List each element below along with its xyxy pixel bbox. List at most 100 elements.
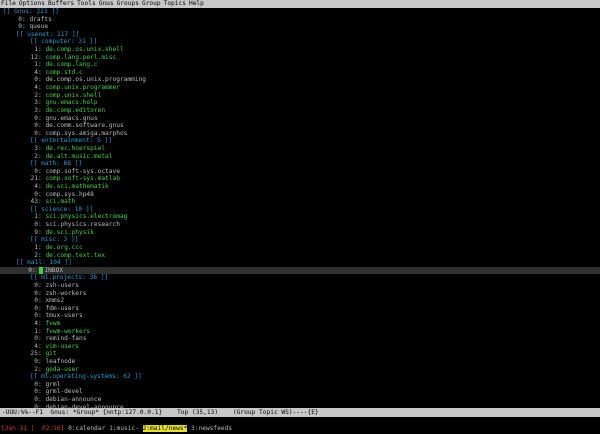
group-line[interactable]: 2: de.comp.text.tex <box>0 252 600 260</box>
group-line[interactable]: 1: de.comp.os.unix.shell <box>0 46 600 54</box>
group-line[interactable]: 43: sci.math <box>0 198 600 206</box>
topic-line[interactable]: [[ Gnus: 221 ]] <box>0 8 600 16</box>
unread-count: 4 <box>34 68 38 76</box>
point-cursor <box>39 267 44 275</box>
group-name: de.sci.mathematik <box>45 183 109 191</box>
group-line[interactable]: 0: drafts <box>0 16 600 24</box>
group-line[interactable]: 0: tmux-users <box>0 312 600 320</box>
separator: : <box>38 99 46 107</box>
group-line[interactable]: 4: de.sci.mathematik <box>0 183 600 191</box>
group-line[interactable]: 2: de.alt.music.metal <box>0 153 600 161</box>
separator: : <box>38 183 46 191</box>
separator: : <box>38 281 46 289</box>
group-line[interactable]: 4: comp.unix.programmer <box>0 84 600 92</box>
group-name: sci.math <box>45 198 76 206</box>
menu-groups[interactable]: Groups <box>117 0 139 8</box>
separator: : <box>32 266 40 274</box>
unread-count: 0 <box>34 304 38 312</box>
menu-help[interactable]: Help <box>189 0 204 8</box>
window-tab[interactable]: 2:mail/news* <box>142 425 188 432</box>
group-line[interactable]: 25: git <box>0 350 600 358</box>
group-name: drafts <box>29 15 52 23</box>
topic-line[interactable]: [[ computer: 31 ]] <box>0 38 600 46</box>
group-line[interactable]: 0: de.comm.software.gnus <box>0 122 600 130</box>
menu-options[interactable]: Options <box>19 0 45 8</box>
separator: : <box>38 350 46 358</box>
group-line[interactable]: 0: queue <box>0 23 600 31</box>
unread-count: 4 <box>34 342 38 350</box>
group-line[interactable]: 0: comp.sys.amiga.marphos <box>0 130 600 138</box>
window-tab[interactable]: 0:calendar <box>68 425 105 432</box>
topic-line[interactable]: [[ mail: 104 ]] <box>0 259 600 267</box>
group-line[interactable]: 21: comp.soft-sys.matlab <box>0 175 600 183</box>
group-line[interactable]: 12: comp.lang.perl.misc <box>0 54 600 62</box>
separator: : <box>38 380 46 388</box>
menu-tools[interactable]: Tools <box>77 0 96 8</box>
topic-line[interactable]: [[ usenet: 117 ]] <box>0 31 600 39</box>
group-line[interactable]: 0: de.comp.os.unix.programming <box>0 76 600 84</box>
separator: : <box>38 129 46 137</box>
separator: : <box>38 68 46 76</box>
group-name: zsh-users <box>45 281 79 289</box>
group-line[interactable]: 1: sci.physics.electromag <box>0 213 600 221</box>
group-line[interactable]: 0: leafnode <box>0 358 600 366</box>
unread-count: 0 <box>34 380 38 388</box>
unread-count: 0 <box>34 396 38 404</box>
group-name: grml <box>45 380 61 388</box>
unread-count: 4 <box>34 319 38 327</box>
menu-gnus[interactable]: Gnus <box>99 0 114 8</box>
group-line[interactable]: 2: comp.unix.shell <box>0 92 600 100</box>
group-line[interactable]: 0: grml <box>0 381 600 389</box>
group-line[interactable]: 0: zsh-workers <box>0 290 600 298</box>
topic-label: [[ ml.operating-systems: 62 ]] <box>30 373 142 381</box>
group-line[interactable]: 0: zsh-users <box>0 282 600 290</box>
group-line[interactable]: 3: de.rec.hoerspiel <box>0 145 600 153</box>
menu-group[interactable]: Group <box>142 0 161 8</box>
separator: : <box>38 213 46 221</box>
group-line[interactable]: 3: gnu.emacs.help <box>0 99 600 107</box>
group-name: comp.soft-sys.octave <box>45 167 120 175</box>
group-name: gnu.emacs.help <box>45 99 98 107</box>
unread-count: 1 <box>34 213 38 221</box>
group-line[interactable]: 0: INBOX <box>0 266 600 275</box>
menu-buffers[interactable]: Buffers <box>48 0 74 8</box>
group-line[interactable]: 0: comp.sys.hp48 <box>0 191 600 199</box>
unread-count: 0 <box>34 358 38 366</box>
group-line[interactable]: 1: de.org.ccc <box>0 244 600 252</box>
group-line[interactable]: 0: sci.physics.research <box>0 221 600 229</box>
topic-line[interactable]: [[ entertainment: 5 ]] <box>0 137 600 145</box>
topic-line[interactable]: [[ ml.projects: 36 ]] <box>0 274 600 282</box>
menu-file[interactable]: File <box>1 0 16 8</box>
group-line[interactable]: 0: debian-announce <box>0 396 600 404</box>
unread-count: 12 <box>30 53 38 61</box>
group-line[interactable]: 0: gnu.emacs.gnus <box>0 115 600 123</box>
group-line[interactable]: 1: fvwm-workers <box>0 328 600 336</box>
separator: : <box>38 396 46 404</box>
window-tab[interactable]: 3:newsfeeds <box>191 425 232 432</box>
group-line[interactable]: 0: comp.soft-sys.octave <box>0 168 600 176</box>
group-line[interactable]: 2: geda-user <box>0 366 600 374</box>
group-name: de.alt.music.metal <box>45 152 113 160</box>
group-line[interactable]: 4: fvwm <box>0 320 600 328</box>
group-line[interactable]: 3: de.comp.editoren <box>0 107 600 115</box>
group-line[interactable]: 0: grml-devel <box>0 388 600 396</box>
separator: : <box>38 342 46 350</box>
group-line[interactable]: 0: fdm-users <box>0 305 600 313</box>
group-line[interactable]: 0: xmms2 <box>0 297 600 305</box>
separator: : <box>38 198 46 206</box>
group-line[interactable]: 1: de.comp.lang.c <box>0 61 600 69</box>
topic-line[interactable]: [[ ml.operating-systems: 62 ]] <box>0 373 600 381</box>
group-line[interactable]: 4: vim-users <box>0 343 600 351</box>
group-line[interactable]: 0: remind-fans <box>0 335 600 343</box>
group-name: sci.physics.research <box>45 221 120 229</box>
group-line[interactable]: 9: de.sci.physik <box>0 229 600 237</box>
topic-label: [[ ml.projects: 36 ]] <box>30 274 109 282</box>
topic-line[interactable]: [[ math: 68 ]] <box>0 160 600 168</box>
menu-topics[interactable]: Topics <box>164 0 186 8</box>
topic-label: [[ mail: 104 ]] <box>16 259 72 267</box>
group-line[interactable]: 4: comp.std.c <box>0 69 600 77</box>
window-tab[interactable]: 1:music- <box>109 425 139 432</box>
group-name: comp.sys.hp48 <box>45 190 94 198</box>
topic-line[interactable]: [[ misc: 3 ]] <box>0 236 600 244</box>
topic-line[interactable]: [[ science: 10 ]] <box>0 206 600 214</box>
